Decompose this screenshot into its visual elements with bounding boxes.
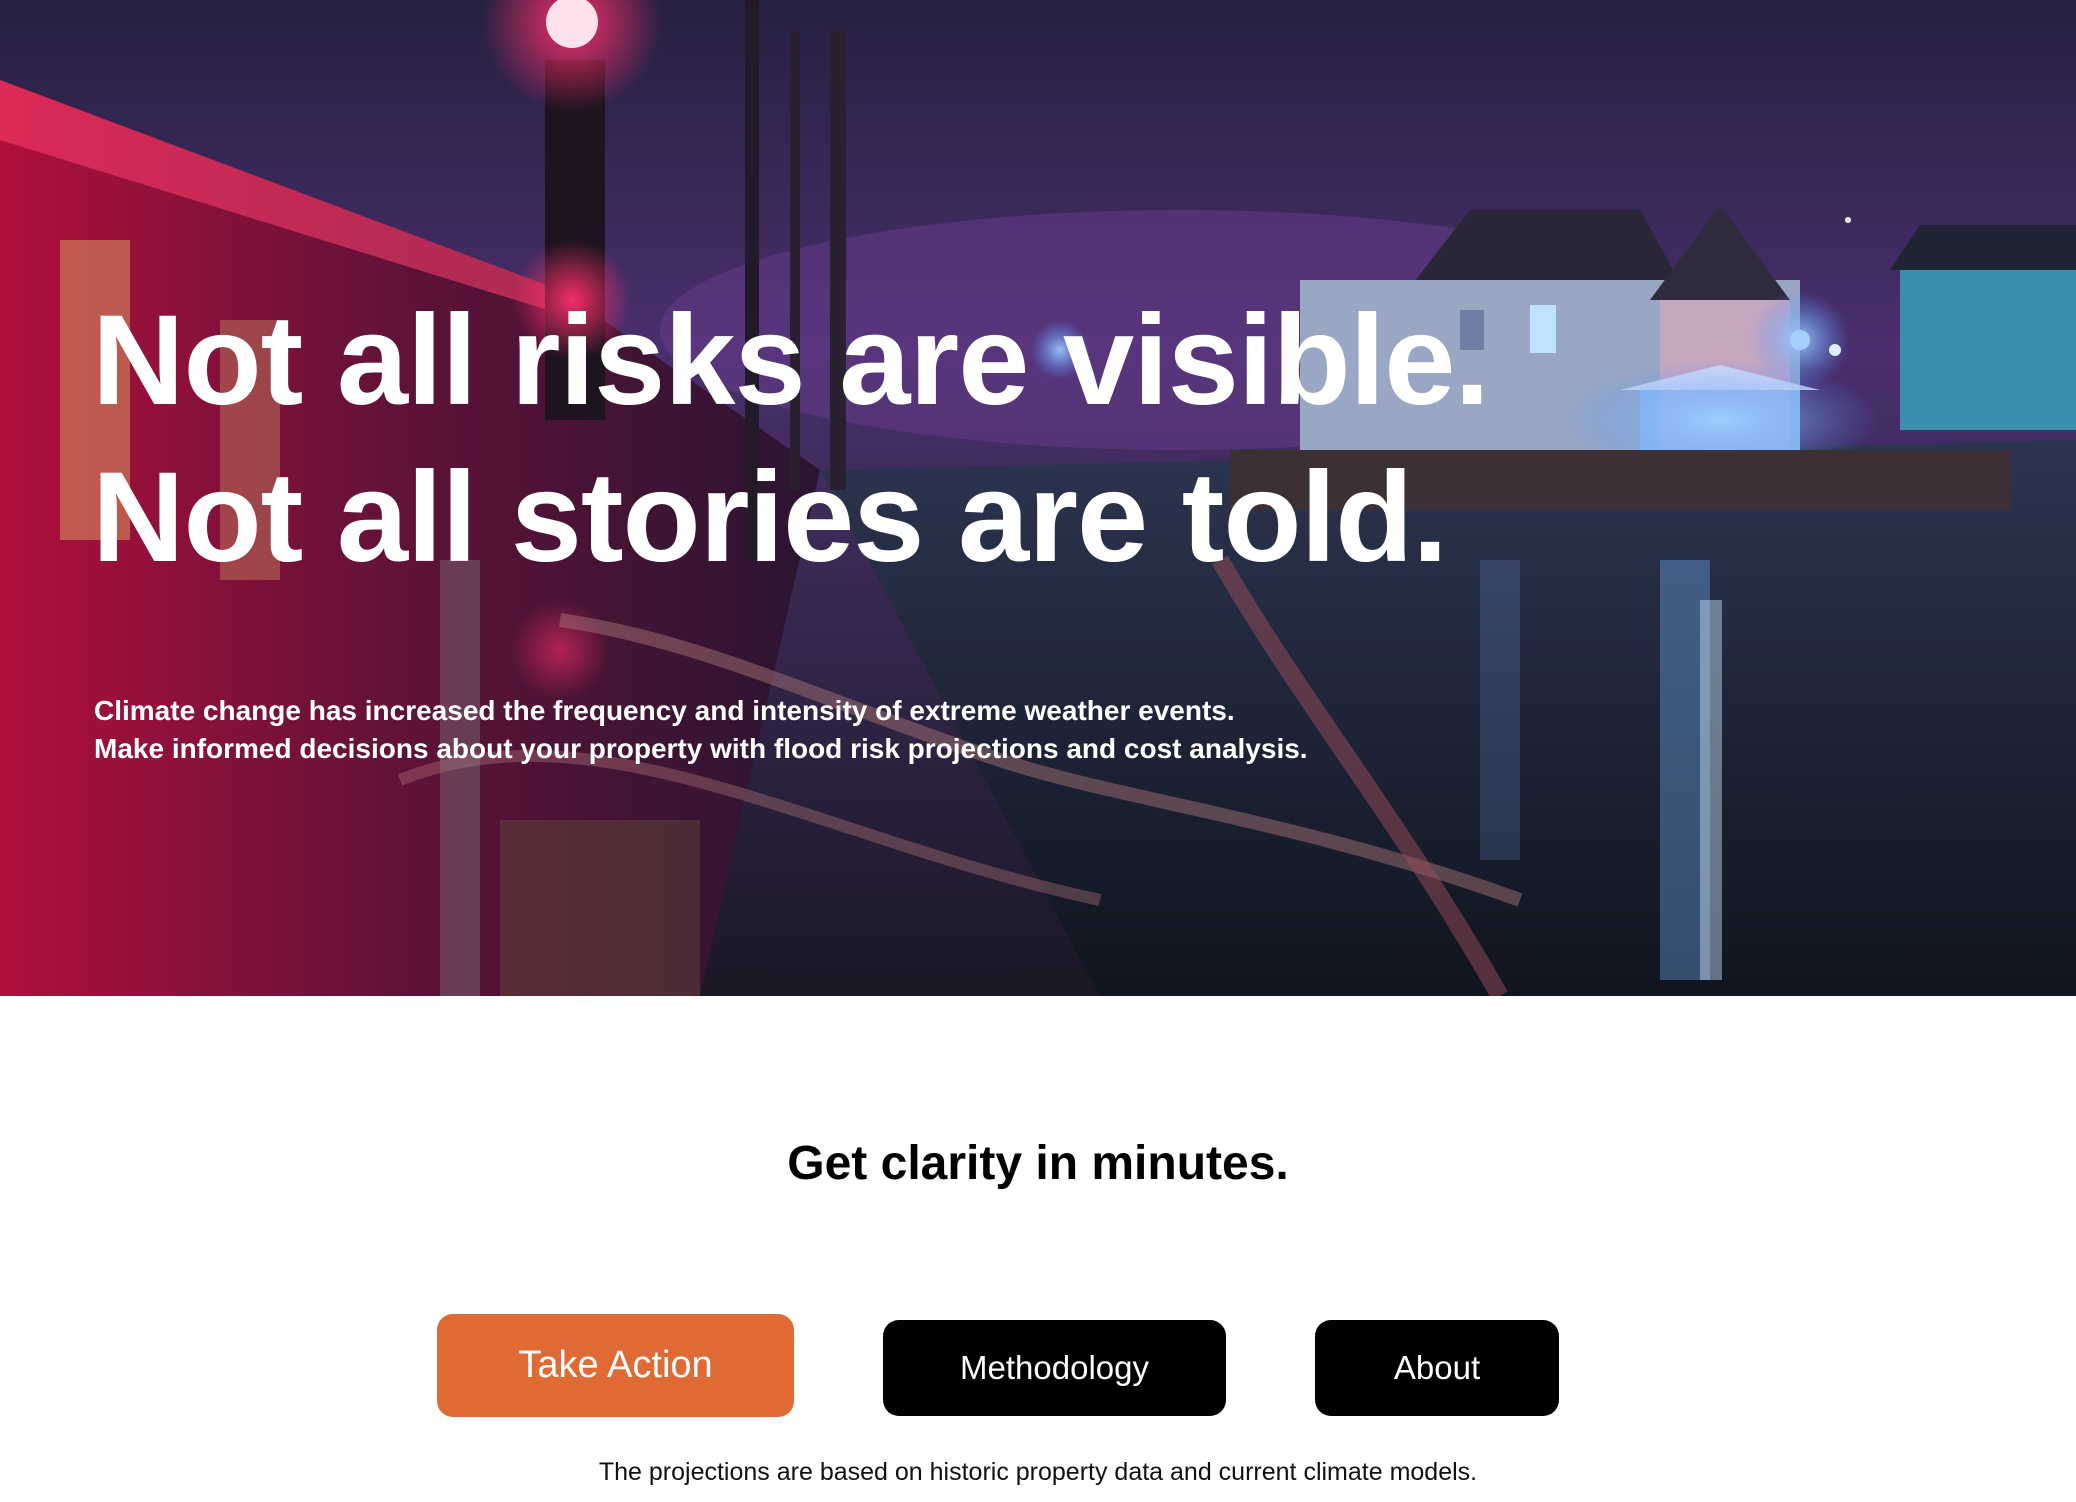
methodology-button[interactable]: Methodology — [883, 1320, 1226, 1416]
hero-subtext-line-2: Make informed decisions about your prope… — [94, 733, 1308, 764]
hero-subtext: Climate change has increased the frequen… — [94, 692, 1308, 768]
hero-headline-line-1: Not all risks are visible. — [92, 289, 1490, 432]
hero-subtext-line-1: Climate change has increased the frequen… — [94, 695, 1235, 726]
hero-section: Not all risks are visible. Not all stori… — [0, 0, 2076, 996]
tagline: Get clarity in minutes. — [787, 1137, 1289, 1190]
hero-headline-line-2: Not all stories are told. — [92, 446, 1448, 589]
hero-headline: Not all risks are visible. Not all stori… — [92, 282, 1490, 596]
cta-section: Get clarity in minutes. Take Action Meth… — [0, 996, 2076, 1502]
take-action-button[interactable]: Take Action — [437, 1314, 794, 1417]
projections-footnote: The projections are based on historic pr… — [598, 1458, 1478, 1486]
about-button[interactable]: About — [1315, 1320, 1559, 1416]
